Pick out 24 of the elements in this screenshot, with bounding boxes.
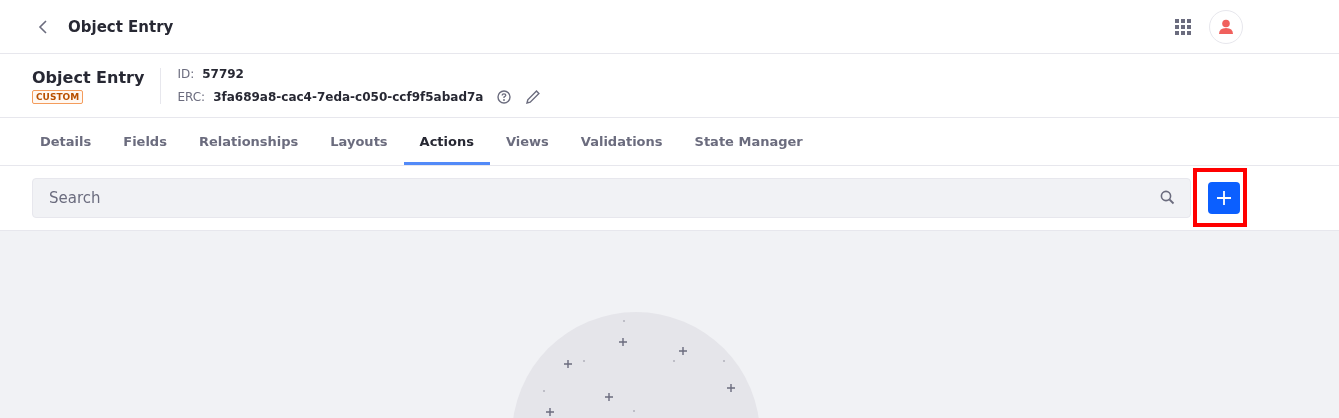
tab[interactable]: Relationships — [182, 118, 315, 165]
tab[interactable]: Fields — [107, 118, 183, 165]
erc-label: ERC: — [177, 89, 206, 104]
tab[interactable]: Layouts — [314, 118, 404, 165]
plus-icon — [1216, 190, 1232, 206]
tab[interactable]: Actions — [403, 118, 490, 165]
search-icon[interactable] — [1160, 190, 1175, 205]
erc-value: 3fa689a8-cac4-7eda-c050-ccf9f5abad7a — [213, 89, 484, 104]
custom-tag: CUSTOM — [32, 89, 84, 104]
object-name: Object Entry — [32, 67, 145, 87]
id-value: 57792 — [202, 66, 244, 81]
pencil-icon[interactable] — [525, 88, 542, 105]
search-field[interactable]: Search — [32, 178, 1191, 218]
id-label: ID: — [177, 66, 195, 81]
back-icon[interactable] — [38, 18, 48, 35]
tab[interactable]: Views — [489, 118, 565, 165]
tab[interactable]: Details — [24, 118, 108, 165]
tab[interactable]: Validations — [564, 118, 679, 165]
help-icon[interactable] — [497, 89, 512, 104]
add-button[interactable] — [1208, 182, 1240, 214]
page-title: Object Entry — [68, 17, 174, 36]
apps-grid-icon[interactable] — [1175, 18, 1191, 35]
tab[interactable]: State Manager — [678, 118, 819, 165]
user-avatar[interactable] — [1209, 9, 1243, 44]
